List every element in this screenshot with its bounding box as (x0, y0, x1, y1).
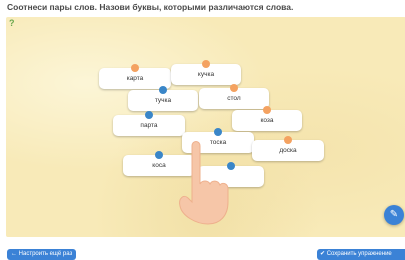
reconfigure-button[interactable]: ← Настроить ещё раз (7, 249, 77, 260)
save-exercise-button[interactable]: ✔ Сохранить упражнение (317, 249, 405, 260)
word-label: стол (227, 95, 241, 102)
connector-dot[interactable] (202, 60, 210, 68)
word-label: парта (140, 122, 158, 129)
word-label: коза (260, 117, 274, 124)
connector-dot[interactable] (230, 84, 238, 92)
connector-dot[interactable] (263, 106, 271, 114)
connector-dot[interactable] (145, 111, 153, 119)
connector-dot[interactable] (159, 86, 167, 94)
word-card[interactable]: тучка (128, 86, 198, 111)
instruction-text: Соотнеси пары слов. Назови буквы, которы… (7, 2, 294, 12)
connector-dot[interactable] (214, 128, 222, 136)
word-card[interactable]: коза (232, 106, 302, 131)
connector-dot[interactable] (131, 64, 139, 72)
hint-icon[interactable]: ? (9, 19, 18, 28)
connector-dot[interactable] (155, 151, 163, 159)
word-card[interactable]: доска (252, 136, 324, 161)
word-label: доска (279, 147, 297, 154)
word-label: коса (152, 162, 166, 169)
word-card[interactable]: парта (113, 111, 185, 136)
pointing-hand-icon (179, 141, 229, 225)
word-label: тучка (154, 97, 172, 104)
word-label: кучка (197, 71, 215, 78)
word-card[interactable]: стол (199, 84, 269, 109)
word-card[interactable]: кучка (171, 60, 241, 85)
connector-dot[interactable] (284, 136, 292, 144)
edit-icon[interactable]: ✎ (384, 205, 404, 225)
word-label: карта (126, 75, 144, 82)
